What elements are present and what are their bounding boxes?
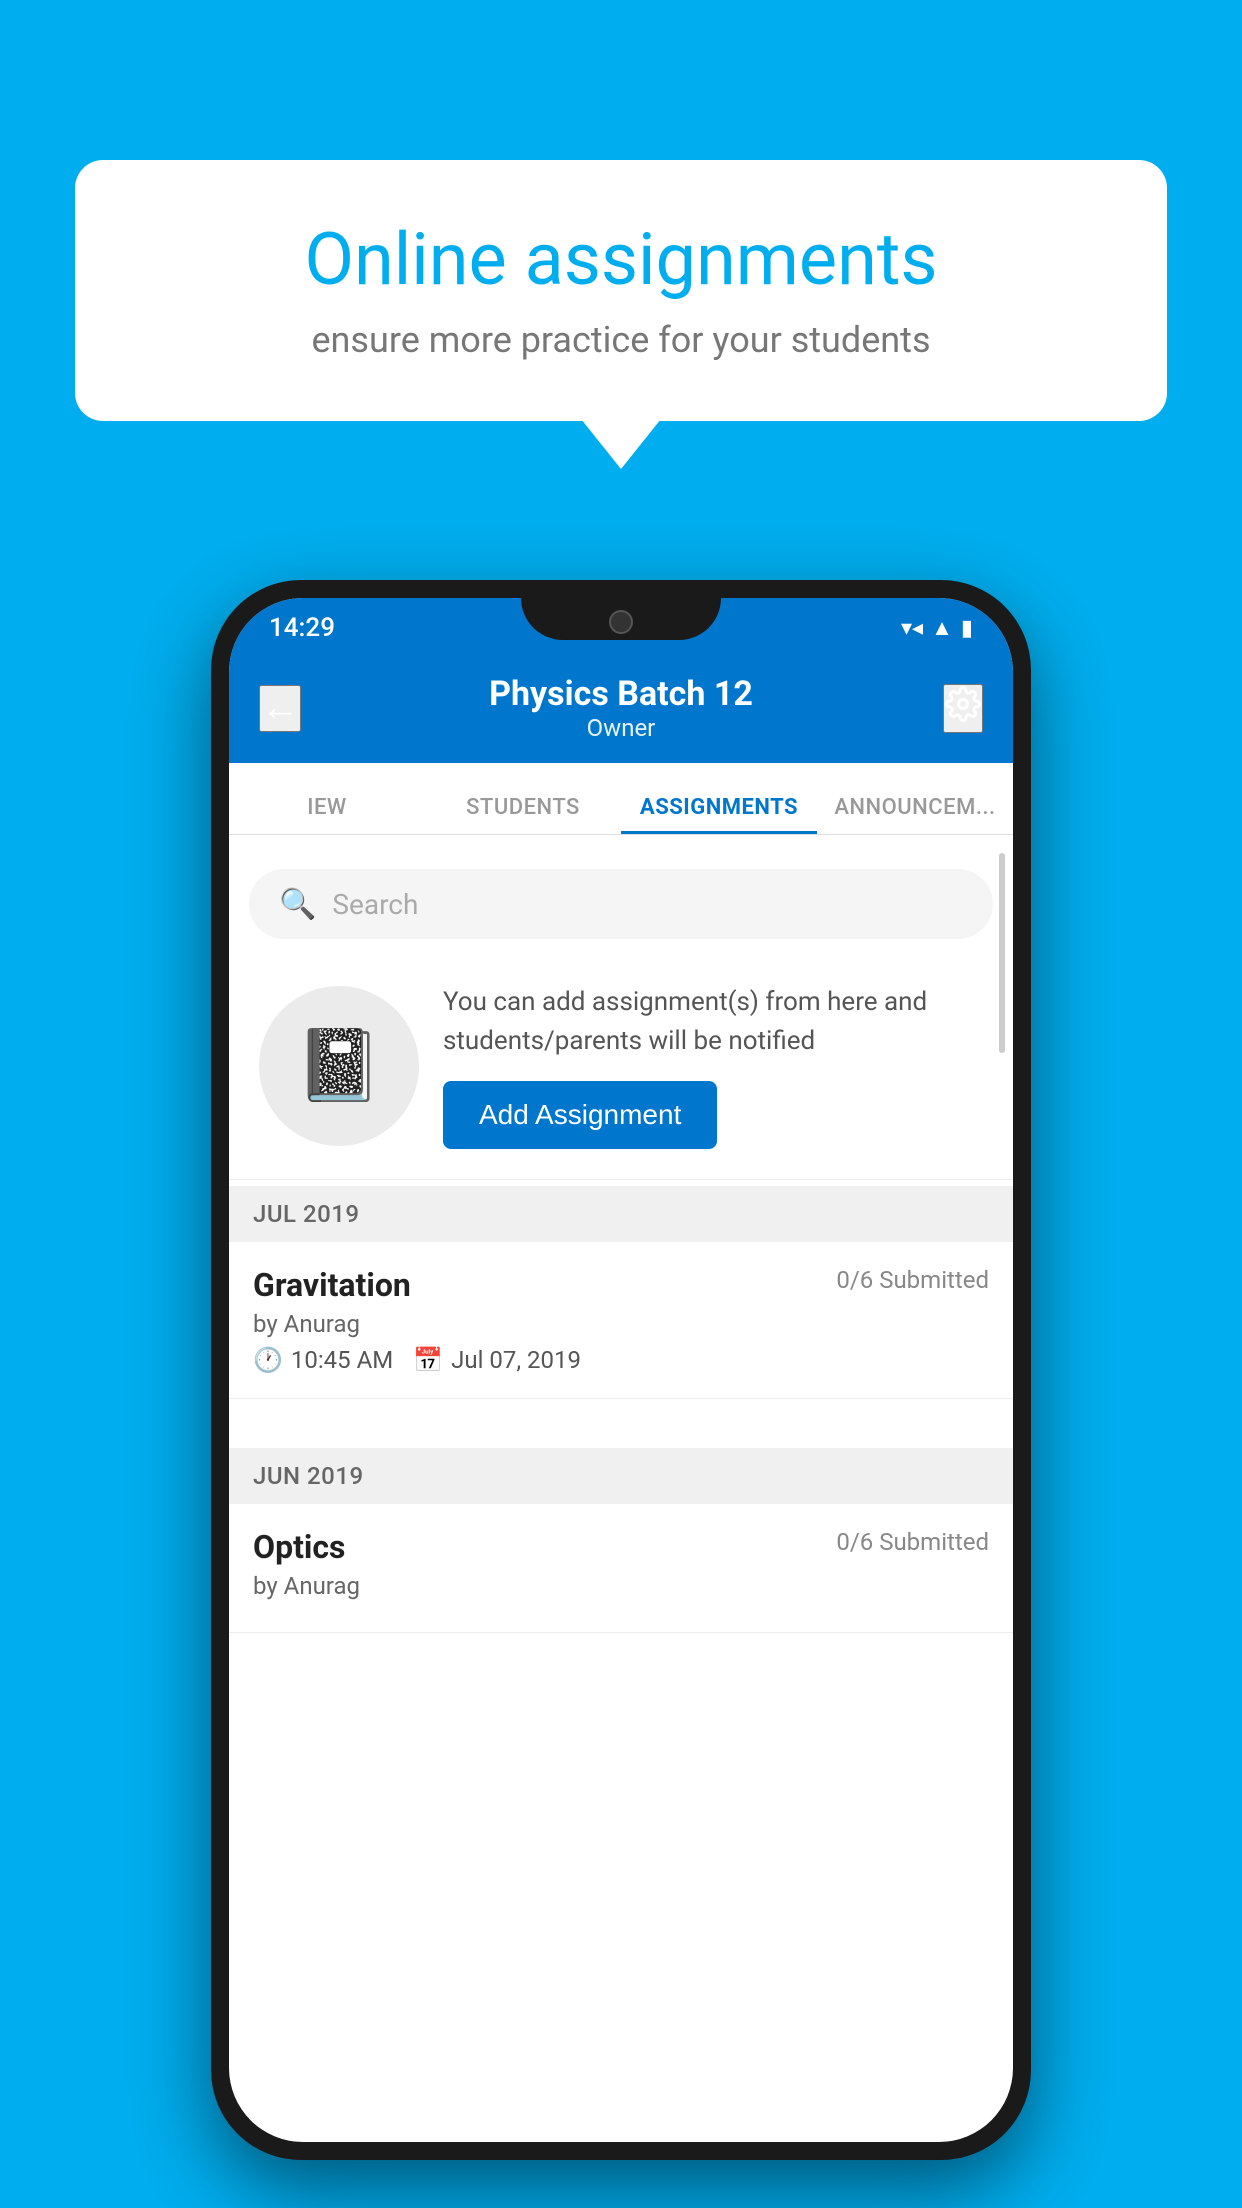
bubble-subtitle: ensure more practice for your students (145, 319, 1097, 361)
optics-by: by Anurag (253, 1572, 989, 1600)
calendar-icon: 📅 (413, 1346, 443, 1374)
phone-device: 14:29 ▾◂ ▲ ▮ ← Physics Batch 12 Owner (211, 580, 1031, 2160)
assignment-by: by Anurag (253, 1310, 989, 1338)
speech-bubble: Online assignments ensure more practice … (75, 160, 1167, 421)
promo-icon-circle: 📓 (259, 986, 419, 1146)
assignment-top-row: Gravitation 0/6 Submitted (253, 1266, 989, 1304)
wifi-icon: ▾◂ (901, 616, 923, 641)
meta-date: 📅 Jul 07, 2019 (413, 1346, 581, 1374)
top-bar: ← Physics Batch 12 Owner (229, 653, 1013, 763)
add-assignment-button[interactable]: Add Assignment (443, 1081, 717, 1149)
table-row[interactable]: Gravitation 0/6 Submitted by Anurag 🕐 10… (229, 1242, 1013, 1399)
clock-icon: 🕐 (253, 1346, 283, 1374)
assignment-submitted: 0/6 Submitted (836, 1266, 989, 1294)
assignment-name: Gravitation (253, 1266, 411, 1304)
promo-description: You can add assignment(s) from here and … (443, 983, 983, 1061)
settings-button[interactable] (943, 684, 983, 733)
optics-submitted: 0/6 Submitted (836, 1528, 989, 1556)
optics-name: Optics (253, 1528, 345, 1566)
scroll-indicator (999, 853, 1005, 1053)
jun-section: JUN 2019 Optics 0/6 Submitted by Anurag (229, 1448, 1013, 1633)
front-camera (609, 610, 633, 634)
bubble-title: Online assignments (145, 220, 1097, 299)
date-text: Jul 07, 2019 (451, 1346, 581, 1374)
search-bar[interactable]: 🔍 Search (249, 869, 993, 939)
signal-icon: ▲ (931, 615, 953, 641)
top-bar-title-area: Physics Batch 12 Owner (489, 674, 753, 742)
search-icon: 🔍 (279, 887, 316, 922)
tab-students[interactable]: STUDENTS (425, 795, 621, 834)
table-row[interactable]: Optics 0/6 Submitted by Anurag (229, 1504, 1013, 1633)
status-time: 14:29 (259, 613, 335, 643)
notebook-icon: 📓 (295, 1025, 382, 1107)
search-bar-container: 🔍 Search (229, 853, 1013, 955)
tab-assignments[interactable]: ASSIGNMENTS (621, 795, 817, 834)
promo-card: 📓 You can add assignment(s) from here an… (229, 953, 1013, 1180)
meta-time: 🕐 10:45 AM (253, 1346, 393, 1374)
jul-section: JUL 2019 Gravitation 0/6 Submitted by An… (229, 1186, 1013, 1399)
tab-iew[interactable]: IEW (229, 795, 425, 834)
top-bar-title: Physics Batch 12 (489, 674, 753, 714)
tab-announcements[interactable]: ANNOUNCEM... (817, 795, 1013, 834)
promo-text-area: You can add assignment(s) from here and … (443, 983, 983, 1149)
tabs-bar: IEW STUDENTS ASSIGNMENTS ANNOUNCEM... (229, 763, 1013, 835)
back-button[interactable]: ← (259, 685, 301, 732)
search-placeholder: Search (332, 888, 418, 921)
assignment-top-row-optics: Optics 0/6 Submitted (253, 1528, 989, 1566)
time-text: 10:45 AM (291, 1346, 393, 1374)
battery-icon: ▮ (961, 616, 973, 641)
top-bar-subtitle: Owner (489, 714, 753, 742)
jun-section-header: JUN 2019 (229, 1448, 1013, 1504)
phone-screen: 14:29 ▾◂ ▲ ▮ ← Physics Batch 12 Owner (229, 598, 1013, 2142)
phone-notch (521, 598, 721, 640)
assignment-meta: 🕐 10:45 AM 📅 Jul 07, 2019 (253, 1346, 989, 1374)
jul-section-header: JUL 2019 (229, 1186, 1013, 1242)
status-icons: ▾◂ ▲ ▮ (901, 615, 973, 641)
